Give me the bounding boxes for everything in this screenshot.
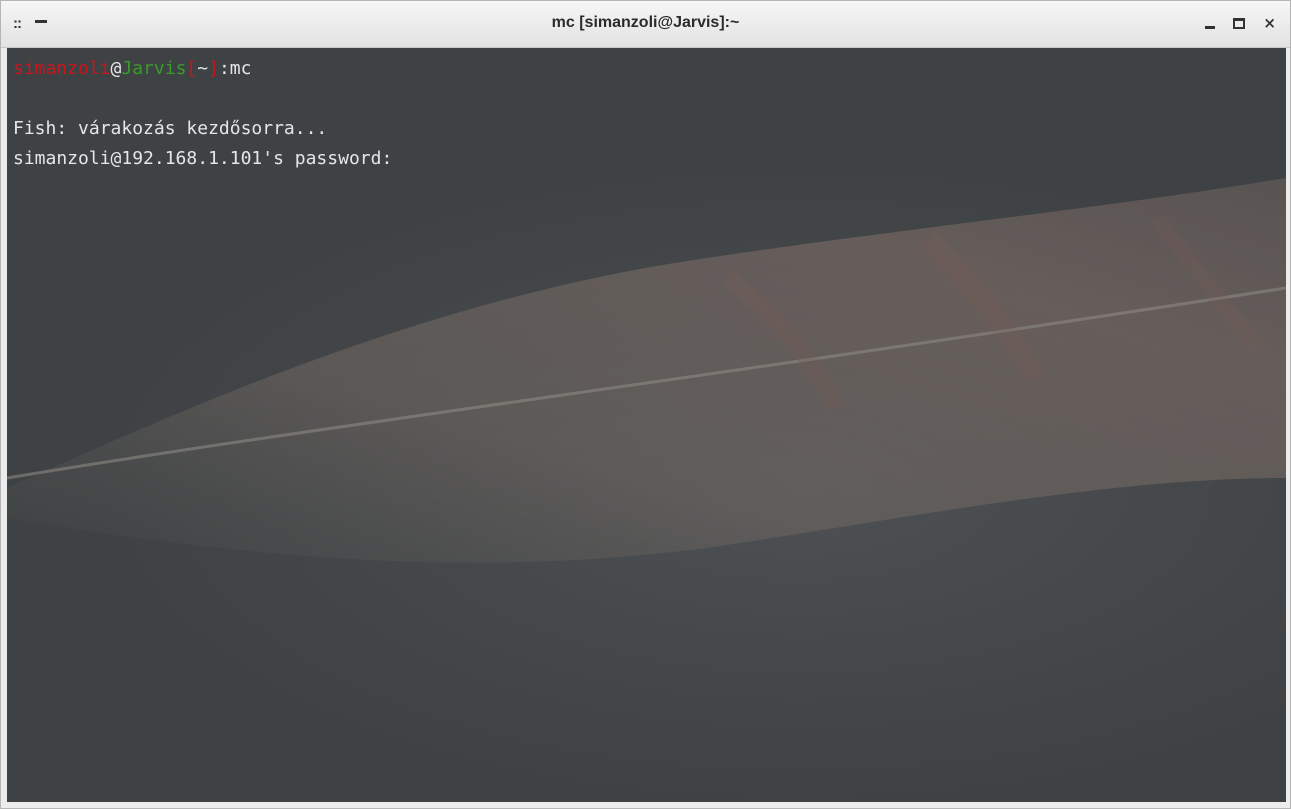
prompt-bracket-close: ] [208, 58, 219, 79]
title-bar[interactable]: :: mc [simanzoli@Jarvis]:~ × [1, 1, 1290, 48]
prompt-cwd: ~ [197, 58, 209, 79]
prompt-command: mc [229, 58, 252, 79]
terminal-window: :: mc [simanzoli@Jarvis]:~ × simanzoli@J… [0, 0, 1291, 809]
maximize-icon[interactable] [1233, 17, 1246, 29]
terminal-area[interactable]: simanzoli@Jarvis[~]:mc Fish: várakozás k… [7, 48, 1286, 802]
window-title: mc [simanzoli@Jarvis]:~ [551, 14, 740, 31]
close-icon[interactable]: × [1263, 15, 1276, 31]
terminal-output: simanzoli@Jarvis[~]:mc Fish: várakozás k… [13, 54, 392, 174]
prompt-bracket-open: [ [186, 58, 198, 79]
prompt-host: Jarvis [121, 58, 187, 79]
window-bottom-border [1, 802, 1290, 808]
prompt-at: @ [110, 58, 122, 79]
terminal-line: simanzoli@192.168.1.101's password: [13, 148, 393, 169]
minimize-icon[interactable] [1205, 25, 1216, 29]
terminal-line: Fish: várakozás kezdősorra... [13, 118, 328, 139]
prompt-user: simanzoli [13, 58, 111, 79]
prompt-separator: : [218, 58, 230, 79]
title-bar-right-controls: × [1205, 1, 1276, 45]
